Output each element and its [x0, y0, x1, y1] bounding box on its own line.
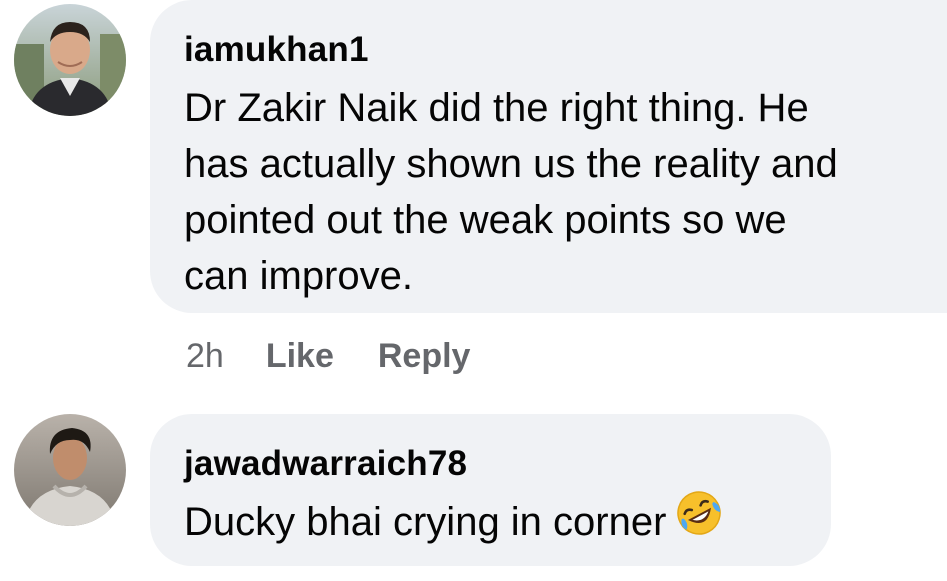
comment-bubble: jawadwarraich78 Ducky bhai crying in cor… [150, 414, 831, 566]
avatar[interactable] [14, 414, 126, 526]
comment-text-line: Ducky bhai crying in corner [184, 500, 667, 545]
comment-text-line: can improve. [184, 254, 413, 298]
profile-photo-icon [14, 414, 126, 526]
comment-text: Dr Zakir Naik did the right thing. He ha… [184, 80, 838, 304]
comment-text-line: pointed out the weak points so we [184, 198, 787, 242]
comments-section: iamukhan1 Dr Zakir Naik did the right th… [0, 0, 947, 581]
rolling-on-floor-laughing-icon [676, 490, 722, 551]
avatar[interactable] [14, 4, 126, 116]
comment-author[interactable]: jawadwarraich78 [184, 444, 467, 484]
comment-bubble: iamukhan1 Dr Zakir Naik did the right th… [150, 0, 947, 313]
like-button[interactable]: Like [266, 337, 334, 376]
profile-photo-icon [14, 4, 126, 116]
comment-text-line: has actually shown us the reality and [184, 142, 838, 186]
comment-text-line: Dr Zakir Naik did the right thing. He [184, 86, 809, 130]
comment-actions: 2h Like Reply [186, 336, 514, 376]
comment-timestamp[interactable]: 2h [186, 337, 224, 376]
comment-author[interactable]: iamukhan1 [184, 30, 369, 70]
comment-text: Ducky bhai crying in corner [184, 491, 722, 555]
reply-button[interactable]: Reply [378, 337, 471, 376]
